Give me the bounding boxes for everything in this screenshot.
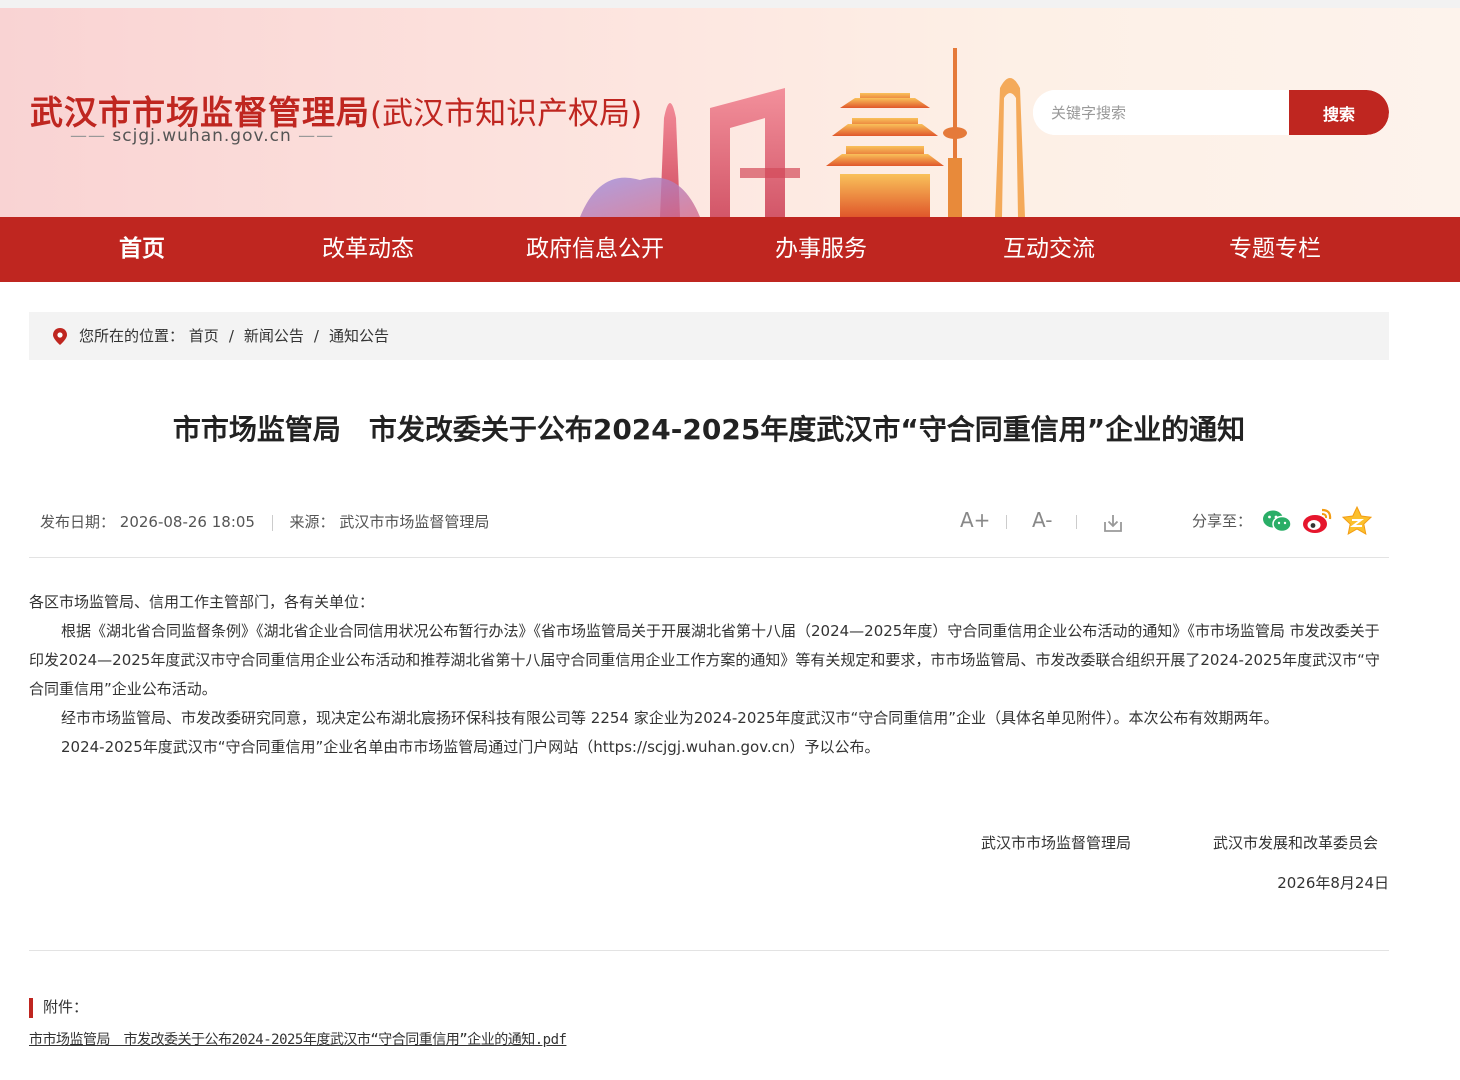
date-label: 发布日期：: [40, 513, 116, 531]
meta-divider-line: [29, 557, 1389, 558]
breadcrumb-notices[interactable]: 通知公告: [329, 327, 389, 345]
font-smaller-button[interactable]: A-: [1032, 508, 1052, 532]
nav-item-services[interactable]: 办事服务: [721, 217, 921, 282]
breadcrumb-separator: /: [313, 327, 319, 345]
tool-divider: [1006, 515, 1007, 529]
weibo-icon[interactable]: [1301, 505, 1333, 537]
source-value: 武汉市市场监督管理局: [339, 513, 490, 531]
nav-item-reform[interactable]: 改革动态: [268, 217, 468, 282]
location-pin-icon: [53, 328, 67, 345]
publish-date: 2026-08-26 18:05: [119, 513, 255, 531]
search-box: 搜索: [1033, 90, 1389, 135]
signer-development-commission: 武汉市发展和改革委员会: [1213, 834, 1379, 852]
top-strip: [0, 0, 1460, 8]
breadcrumb-home[interactable]: 首页: [189, 327, 219, 345]
nav-item-home[interactable]: 首页: [42, 217, 242, 282]
nav-item-interaction[interactable]: 互动交流: [949, 217, 1149, 282]
domain-dash-left: ——: [70, 126, 113, 146]
tool-divider: [1076, 515, 1077, 529]
attachment-label: 附件：: [43, 998, 89, 1016]
nav-item-topics[interactable]: 专题专栏: [1175, 217, 1375, 282]
city-skyline-illustration: [580, 48, 1025, 217]
attachment-link[interactable]: 市市场监管局 市发改委关于公布2024-2025年度武汉市“守合同重信用”企业的…: [29, 1029, 567, 1049]
qzone-icon[interactable]: [1341, 505, 1373, 537]
article-body: 各区市场监管局、信用工作主管部门，各有关单位： 根据《湖北省合同监督条例》《湖北…: [29, 588, 1391, 762]
download-icon[interactable]: [1102, 512, 1124, 534]
font-larger-button[interactable]: A+: [960, 508, 990, 532]
signer-market-bureau: 武汉市市场监督管理局: [981, 834, 1132, 852]
breadcrumb-news[interactable]: 新闻公告: [244, 327, 304, 345]
wechat-icon[interactable]: [1261, 505, 1293, 537]
sign-date: 2026年8月24日: [1277, 874, 1389, 892]
article-meta: 发布日期： 2026-08-26 18:05 来源： 武汉市市场监督管理局: [40, 510, 489, 534]
site-domain: —— scjgj.wuhan.gov.cn ——: [70, 126, 334, 146]
source-label: 来源：: [289, 513, 335, 531]
attachment-accent-bar: [29, 998, 33, 1018]
breadcrumb-separator: /: [228, 327, 234, 345]
salutation: 各区市场监管局、信用工作主管部门，各有关单位：: [29, 593, 375, 611]
breadcrumb-prefix: 您所在的位置：: [79, 327, 185, 345]
site-header: 武汉市市场监督管理局 (武汉市知识产权局) —— scjgj.wuhan.gov…: [0, 8, 1460, 217]
search-input[interactable]: [1033, 90, 1289, 135]
paragraph: 经市市场监管局、市发改委研究同意，现决定公布湖北宸扬环保科技有限公司等 2254…: [61, 709, 1279, 727]
paragraph: 根据《湖北省合同监督条例》《湖北省企业合同信用状况公布暂行办法》《省市场监管局关…: [29, 622, 1380, 698]
main-nav: 首页 改革动态 政府信息公开 办事服务 互动交流 专题专栏: [0, 217, 1460, 282]
breadcrumb-trail: 您所在的位置： 首页 / 新闻公告 / 通知公告: [79, 312, 389, 360]
nav-item-gov-info[interactable]: 政府信息公开: [495, 217, 695, 282]
domain-text: scjgj.wuhan.gov.cn: [112, 126, 292, 146]
paragraph: 2024-2025年度武汉市“守合同重信用”企业名单由市市场监管局通过门户网站（…: [61, 738, 880, 756]
meta-divider: [271, 514, 273, 531]
article-title: 市市场监管局 市发改委关于公布2024-2025年度武汉市“守合同重信用”企业的…: [172, 413, 1246, 446]
domain-dash-right: ——: [291, 126, 335, 146]
share-label: 分享至：: [1192, 512, 1253, 530]
search-button[interactable]: 搜索: [1289, 90, 1389, 135]
content-divider-line: [29, 950, 1389, 951]
breadcrumb: 您所在的位置： 首页 / 新闻公告 / 通知公告: [29, 312, 1389, 360]
